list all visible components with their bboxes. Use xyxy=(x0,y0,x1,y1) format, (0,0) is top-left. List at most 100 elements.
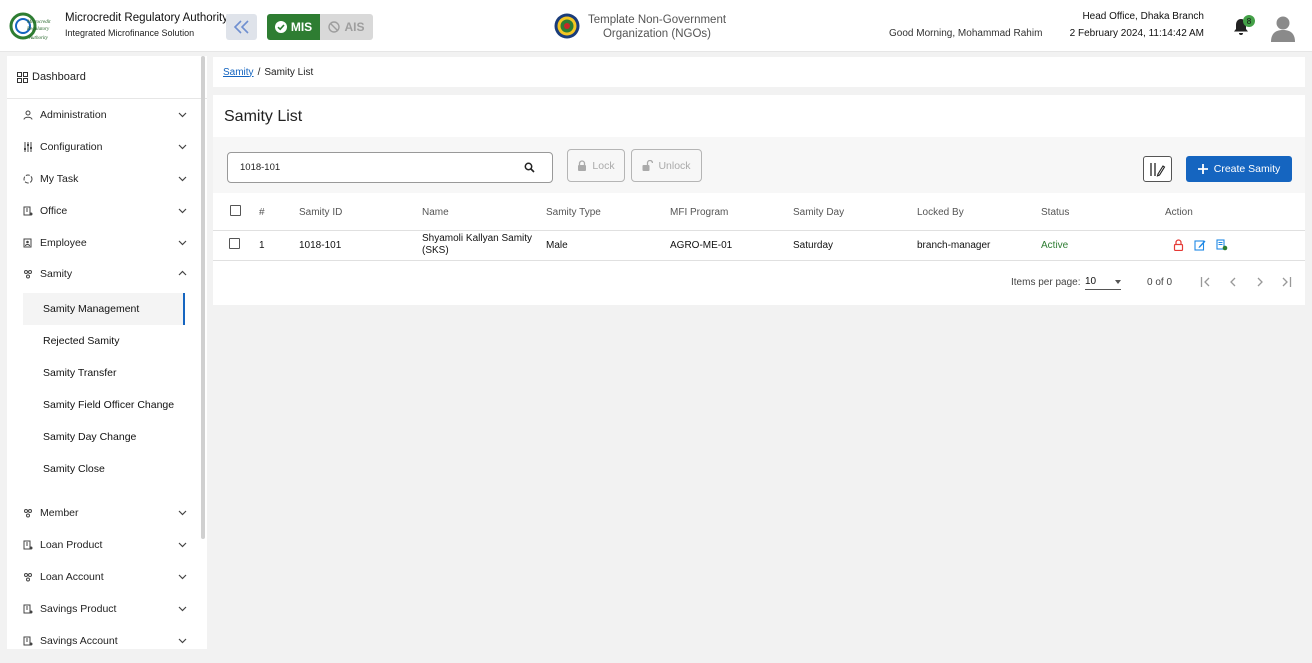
sidebar-item-label: Configuration xyxy=(40,141,103,153)
row-checkbox[interactable] xyxy=(229,238,240,249)
breadcrumb-current: Samity List xyxy=(264,66,314,78)
block-icon xyxy=(328,21,341,33)
table-row: 1 1018-101 Shyamoli Kallyan Samity (SKS)… xyxy=(213,230,1305,260)
sidebar-item-employee[interactable]: Employee xyxy=(7,231,207,255)
col-header-index: # xyxy=(259,206,265,218)
dropdown-caret-icon xyxy=(1115,280,1121,284)
cell-samity-id: 1018-101 xyxy=(299,239,342,251)
sidebar-item-office[interactable]: Office xyxy=(7,199,207,223)
logo-line-1: Microcredit xyxy=(26,20,51,25)
sidebar-subitem-rejected-samity[interactable]: Rejected Samity xyxy=(23,325,185,357)
chevron-down-icon xyxy=(178,606,187,612)
col-header-name: Name xyxy=(422,206,449,218)
sidebar-subitem-samity-day-change[interactable]: Samity Day Change xyxy=(23,421,185,453)
chevron-down-icon xyxy=(178,510,187,516)
ngo-name-line-2: Organization (NGOs) xyxy=(602,28,711,40)
first-page-button[interactable] xyxy=(1199,275,1213,289)
search-icon[interactable] xyxy=(524,162,535,173)
sidebar-item-label: Employee xyxy=(40,237,87,249)
sidebar-item-dashboard[interactable]: Dashboard xyxy=(7,56,207,99)
loan-product-icon xyxy=(23,540,33,550)
lock-button[interactable]: Lock xyxy=(567,149,625,182)
search-input[interactable] xyxy=(227,152,553,183)
page-title: Samity List xyxy=(224,108,303,125)
view-details-icon[interactable] xyxy=(1216,239,1228,251)
task-icon xyxy=(23,174,33,184)
page-range-label: 0 of 0 xyxy=(1147,277,1173,288)
lock-label: Lock xyxy=(592,159,615,172)
ngo-name-line-1: Template Non-Government xyxy=(587,14,727,26)
sidebar-item-label: Office xyxy=(40,205,68,217)
items-per-page-label: Items per page: xyxy=(1011,277,1081,288)
last-page-button[interactable] xyxy=(1279,275,1293,289)
ais-tab[interactable]: AIS xyxy=(320,14,373,40)
sidebar-subitem-samity-management[interactable]: Samity Management xyxy=(23,293,185,325)
column-edit-icon xyxy=(1150,162,1166,177)
sidebar-subitem-field-officer-change[interactable]: Samity Field Officer Change xyxy=(23,389,185,421)
chevron-down-icon xyxy=(178,240,187,246)
unlock-button[interactable]: Unlock xyxy=(631,149,702,182)
previous-page-button[interactable] xyxy=(1226,275,1240,289)
mis-ais-toggle: MIS AIS xyxy=(267,14,373,40)
samity-list-panel: Samity List Lock Unlock xyxy=(213,95,1305,305)
org-name: Microcredit Regulatory Authority xyxy=(65,12,228,24)
col-header-samity-type: Samity Type xyxy=(546,206,601,218)
chevron-up-icon xyxy=(178,270,187,276)
mis-tab[interactable]: MIS xyxy=(267,14,320,40)
check-circle-icon xyxy=(274,21,287,33)
admin-icon xyxy=(23,110,33,120)
sidebar-item-savings-account[interactable]: Savings Account xyxy=(7,629,207,649)
chevron-down-icon xyxy=(178,144,187,150)
notification-count-badge: 8 xyxy=(1243,15,1255,27)
sidebar-item-label: My Task xyxy=(40,173,79,185)
plus-icon xyxy=(1197,164,1208,174)
collapse-sidebar-button[interactable] xyxy=(226,14,257,40)
employee-icon xyxy=(23,238,32,248)
status-badge: Active xyxy=(1041,239,1069,251)
select-all-checkbox[interactable] xyxy=(230,205,241,217)
sidebar-item-loan-account[interactable]: Loan Account xyxy=(7,565,207,589)
sidebar-item-my-task[interactable]: My Task xyxy=(7,167,207,191)
sidebar-item-label: Loan Account xyxy=(40,571,104,583)
sidebar-item-label: Savings Product xyxy=(40,603,117,615)
paginator: Items per page: 10 0 of 0 xyxy=(213,267,1305,297)
breadcrumb-link-samity[interactable]: Samity xyxy=(223,67,254,78)
lock-action-icon[interactable] xyxy=(1173,239,1184,251)
next-page-button[interactable] xyxy=(1253,275,1267,289)
edit-icon[interactable] xyxy=(1194,239,1206,251)
chevron-down-icon xyxy=(178,176,187,182)
cell-samity-type: Male xyxy=(546,239,568,251)
sidebar-item-label: Member xyxy=(40,507,79,519)
sidebar-scrollbar[interactable] xyxy=(201,56,205,539)
sidebar-item-administration[interactable]: Administration xyxy=(7,103,207,127)
sidebar-item-label: Loan Product xyxy=(40,539,103,551)
sidebar-subitem-samity-transfer[interactable]: Samity Transfer xyxy=(23,357,185,389)
sidebar-item-savings-product[interactable]: Savings Product xyxy=(7,597,207,621)
dashboard-grid-icon xyxy=(17,71,28,83)
user-avatar-icon[interactable] xyxy=(1270,14,1296,42)
unlock-label: Unlock xyxy=(658,159,691,172)
cell-locked-by: branch-manager xyxy=(917,239,991,251)
first-page-icon xyxy=(1200,277,1210,287)
unlock-icon xyxy=(642,160,654,171)
sidebar-item-label: Dashboard xyxy=(32,71,86,83)
current-datetime: 2 February 2024, 11:14:42 AM xyxy=(1069,28,1204,39)
sidebar-item-member[interactable]: Member xyxy=(7,501,207,525)
sidebar-subitem-samity-close[interactable]: Samity Close xyxy=(23,453,185,485)
last-page-icon xyxy=(1282,277,1292,287)
sidebar-item-loan-product[interactable]: Loan Product xyxy=(7,533,207,557)
samity-table: # Samity ID Name Samity Type MFI Program… xyxy=(213,195,1305,261)
mra-logo: Microcredit Regulatory Authority xyxy=(9,12,51,41)
sidebar-item-samity[interactable]: Samity xyxy=(7,262,207,286)
table-header-row: # Samity ID Name Samity Type MFI Program… xyxy=(213,195,1305,230)
ais-label: AIS xyxy=(344,20,365,34)
top-header: Microcredit Regulatory Authority Microcr… xyxy=(0,0,1312,52)
mis-label: MIS xyxy=(290,20,313,34)
sidebar-item-configuration[interactable]: Configuration xyxy=(7,135,207,159)
col-header-action: Action xyxy=(1165,206,1193,218)
create-samity-button[interactable]: Create Samity xyxy=(1186,156,1292,182)
branch-name: Head Office, Dhaka Branch xyxy=(1082,11,1204,22)
chevron-down-icon xyxy=(178,208,187,214)
column-settings-button[interactable] xyxy=(1143,156,1172,182)
lock-icon xyxy=(578,160,587,171)
